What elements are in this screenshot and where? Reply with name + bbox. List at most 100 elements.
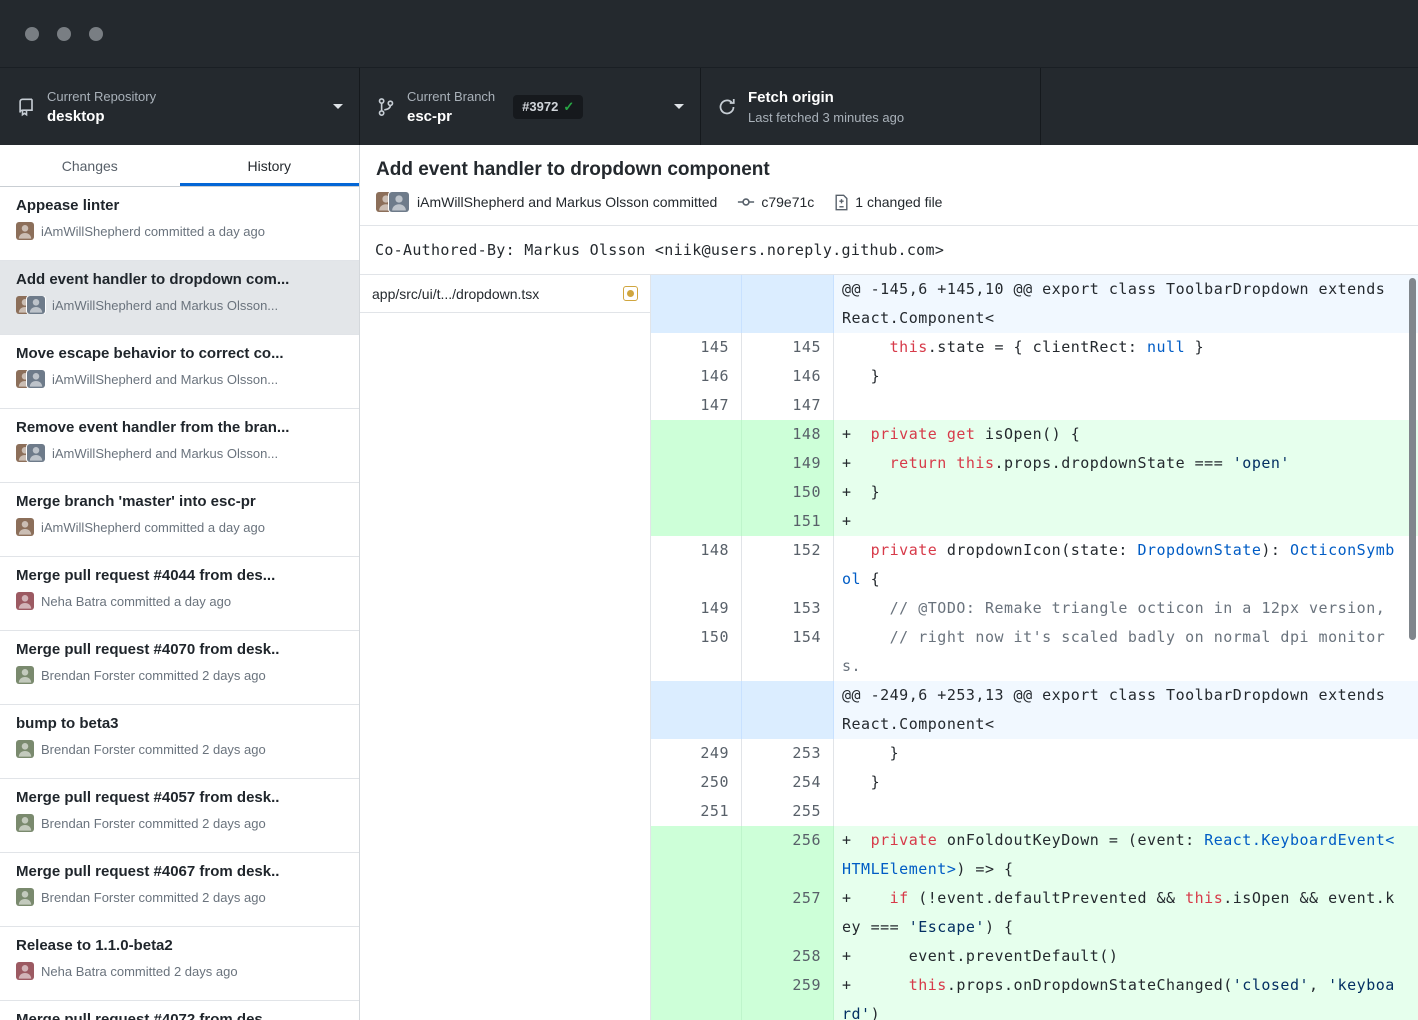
commit-title: Merge pull request #4067 from desk.. bbox=[16, 863, 343, 880]
commit-meta-text: iAmWillShepherd and Markus Olsson... bbox=[52, 372, 278, 387]
old-line-number bbox=[651, 942, 742, 971]
commit-list-item[interactable]: Appease linteriAmWillShepherd committed … bbox=[0, 187, 359, 261]
code-line: } bbox=[834, 768, 1418, 797]
commit-meta: Neha Batra committed 2 days ago bbox=[16, 962, 343, 980]
commit-title: Merge pull request #4057 from desk.. bbox=[16, 789, 343, 806]
new-line-number: 253 bbox=[742, 739, 834, 768]
scrollbar-thumb[interactable] bbox=[1409, 278, 1416, 640]
new-line-number: 148 bbox=[742, 420, 834, 449]
diff-context-line: 145145 this.state = { clientRect: null } bbox=[651, 333, 1418, 362]
new-line-number: 255 bbox=[742, 797, 834, 826]
file-diff-icon bbox=[834, 194, 849, 211]
commit-list-item[interactable]: bump to beta3Brendan Forster committed 2… bbox=[0, 705, 359, 779]
code-line: + event.preventDefault() bbox=[834, 942, 1418, 971]
current-repository-button[interactable]: Current Repository desktop bbox=[0, 68, 360, 145]
code-line: + } bbox=[834, 478, 1418, 507]
avatar bbox=[16, 666, 34, 684]
commit-meta-text: Brendan Forster committed 2 days ago bbox=[41, 742, 266, 757]
old-line-number: 250 bbox=[651, 768, 742, 797]
commit-meta: Neha Batra committed a day ago bbox=[16, 592, 343, 610]
new-line-number: 151 bbox=[742, 507, 834, 536]
diff-view[interactable]: @@ -145,6 +145,10 @@ export class Toolba… bbox=[651, 275, 1418, 1020]
chevron-down-icon bbox=[674, 104, 684, 109]
changed-files-group: 1 changed file bbox=[834, 194, 942, 211]
commit-list[interactable]: Appease linteriAmWillShepherd committed … bbox=[0, 187, 359, 1020]
main-panel: Add event handler to dropdown component … bbox=[360, 145, 1418, 1020]
commit-list-item[interactable]: Merge pull request #4044 from des... Neha… bbox=[0, 557, 359, 631]
new-line-number: 259 bbox=[742, 971, 834, 1020]
diff-hunk-row: @@ -145,6 +145,10 @@ export class Toolba… bbox=[651, 275, 1418, 333]
code-line: @@ -145,6 +145,10 @@ export class Toolba… bbox=[834, 275, 1418, 333]
commit-list-item[interactable]: Add event handler to dropdown com...iAmW… bbox=[0, 261, 359, 335]
old-line-number bbox=[651, 681, 742, 739]
old-line-number: 150 bbox=[651, 623, 742, 681]
old-line-number bbox=[651, 826, 742, 884]
diff-added-line: 256+ private onFoldoutKeyDown = (event: … bbox=[651, 826, 1418, 884]
commit-list-item[interactable]: Release to 1.1.0-beta2 Neha Batra committ… bbox=[0, 927, 359, 1001]
file-list-item[interactable]: app/src/ui/t.../dropdown.tsx bbox=[360, 275, 650, 313]
commit-avatars bbox=[16, 814, 34, 832]
avatar bbox=[27, 370, 45, 388]
content-area: Changes History Appease linteriAmWillShe… bbox=[0, 145, 1418, 1020]
tab-changes[interactable]: Changes bbox=[0, 145, 180, 186]
fetch-origin-label: Fetch origin bbox=[748, 89, 904, 106]
avatar bbox=[16, 592, 34, 610]
code-line: private dropdownIcon(state: DropdownStat… bbox=[834, 536, 1418, 594]
commit-sha: c79e71c bbox=[761, 194, 814, 210]
commit-list-item[interactable]: Remove event handler from the bran...iAm… bbox=[0, 409, 359, 483]
commit-title: Release to 1.1.0-beta2 bbox=[16, 937, 343, 954]
diff-context-line: 150154 // right now it's scaled badly on… bbox=[651, 623, 1418, 681]
commit-list-item[interactable]: Merge branch 'master' into esc-priAmWill… bbox=[0, 483, 359, 557]
commit-avatars bbox=[16, 592, 34, 610]
window-close-button[interactable] bbox=[25, 27, 39, 41]
old-line-number: 251 bbox=[651, 797, 742, 826]
commit-list-item[interactable]: Merge pull request #4067 from desk..Bren… bbox=[0, 853, 359, 927]
commit-title: Merge pull request #4044 from des... bbox=[16, 567, 343, 584]
commit-avatars bbox=[16, 222, 34, 240]
avatar bbox=[16, 962, 34, 980]
current-repository-label: Current Repository bbox=[47, 89, 156, 104]
sidebar: Changes History Appease linteriAmWillShe… bbox=[0, 145, 360, 1020]
old-line-number: 146 bbox=[651, 362, 742, 391]
commit-avatars bbox=[16, 666, 34, 684]
diff-context-line: 251255 bbox=[651, 797, 1418, 826]
window-zoom-button[interactable] bbox=[89, 27, 103, 41]
diff-context-line: 146146 } bbox=[651, 362, 1418, 391]
new-line-number: 149 bbox=[742, 449, 834, 478]
changed-files-count: 1 changed file bbox=[855, 194, 942, 210]
avatar bbox=[16, 518, 34, 536]
new-line-number: 145 bbox=[742, 333, 834, 362]
old-line-number: 249 bbox=[651, 739, 742, 768]
code-line: // @TODO: Remake triangle octicon in a 1… bbox=[834, 594, 1418, 623]
diff-added-line: 148+ private get isOpen() { bbox=[651, 420, 1418, 449]
titlebar bbox=[0, 0, 1418, 68]
commit-list-item[interactable]: Merge pull request #4070 from desk.. Bren… bbox=[0, 631, 359, 705]
old-line-number: 149 bbox=[651, 594, 742, 623]
diff-added-line: 257+ if (!event.defaultPrevented && this… bbox=[651, 884, 1418, 942]
diff-added-line: 149+ return this.props.dropdownState ===… bbox=[651, 449, 1418, 478]
diff-added-line: 151+ bbox=[651, 507, 1418, 536]
new-line-number: 154 bbox=[742, 623, 834, 681]
current-branch-name: esc-pr bbox=[407, 108, 495, 125]
window-minimize-button[interactable] bbox=[57, 27, 71, 41]
code-line: // right now it's scaled badly on normal… bbox=[834, 623, 1418, 681]
commit-list-item[interactable]: Merge pull request #4072 from des... bbox=[0, 1001, 359, 1020]
code-line: + bbox=[834, 507, 1418, 536]
commit-title: Merge pull request #4070 from desk.. bbox=[16, 641, 343, 658]
commit-title: Merge branch 'master' into esc-pr bbox=[16, 493, 343, 510]
old-line-number bbox=[651, 275, 742, 333]
avatar bbox=[16, 740, 34, 758]
commit-meta-text: Neha Batra committed 2 days ago bbox=[41, 964, 238, 979]
commit-avatars bbox=[16, 740, 34, 758]
commit-meta: Brendan Forster committed 2 days ago bbox=[16, 666, 343, 684]
commit-byline: iAmWillShepherd and Markus Olsson commit… bbox=[376, 192, 1402, 212]
tab-history[interactable]: History bbox=[180, 145, 360, 186]
fetch-origin-button[interactable]: Fetch origin Last fetched 3 minutes ago bbox=[701, 68, 1041, 145]
commit-list-item[interactable]: Merge pull request #4057 from desk..Bren… bbox=[0, 779, 359, 853]
current-branch-button[interactable]: Current Branch esc-pr #3972 ✓ bbox=[360, 68, 701, 145]
code-line: + private get isOpen() { bbox=[834, 420, 1418, 449]
commit-meta-text: iAmWillShepherd and Markus Olsson... bbox=[52, 446, 278, 461]
pr-number: #3972 bbox=[522, 99, 558, 114]
commit-list-item[interactable]: Move escape behavior to correct co...iAm… bbox=[0, 335, 359, 409]
diff-rows: @@ -145,6 +145,10 @@ export class Toolba… bbox=[651, 275, 1418, 1020]
